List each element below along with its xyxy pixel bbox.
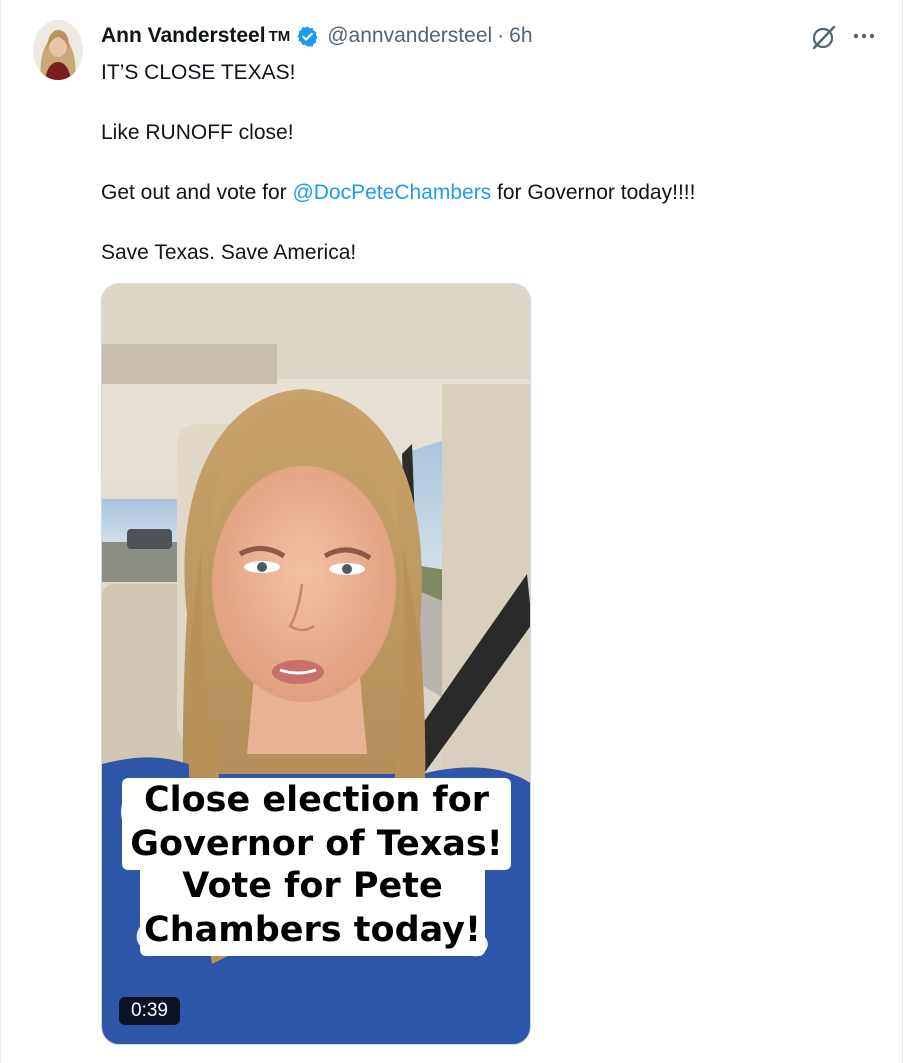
post-line-1: IT’S CLOSE TEXAS!: [101, 61, 296, 84]
video-caption-line-3: Vote for Pete: [182, 866, 443, 906]
mention-link[interactable]: @DocPeteChambers: [292, 181, 491, 204]
post-line-3-after: for Governor today!!!!: [491, 181, 696, 204]
post-line-4: Save Texas. Save America!: [101, 241, 357, 264]
tweet-card[interactable]: Ann Vandersteel TM @annvandersteel · 6h …: [0, 0, 903, 1063]
post-line-2: Like RUNOFF close!: [101, 121, 294, 144]
video-caption-line-4: Chambers today!: [144, 910, 481, 950]
video-caption-line-1: Close election for: [143, 780, 490, 820]
post-line-3: Get out and vote for @DocPeteChambers fo…: [101, 178, 861, 208]
header-separator: ·: [497, 24, 505, 47]
video-caption-box-2: Vote for Pete Chambers today!: [140, 864, 485, 956]
post-text: IT’S CLOSE TEXAS! Like RUNOFF close! Get…: [101, 58, 861, 298]
video-duration-badge: 0:39: [119, 997, 180, 1025]
video-caption-line-2: Governor of Texas!: [130, 824, 503, 864]
post-timestamp[interactable]: 6h: [509, 24, 532, 48]
author-handle[interactable]: @annvandersteel: [327, 24, 492, 48]
tweet-header: Ann Vandersteel TM @annvandersteel · 6h: [101, 22, 533, 50]
grok-icon[interactable]: [809, 22, 839, 52]
video-player[interactable]: Close election for Governor of Texas! Vo…: [101, 283, 531, 1045]
video-caption-box-1: Close election for Governor of Texas!: [122, 778, 511, 870]
post-line-3-before: Get out and vote for: [101, 181, 293, 204]
avatar-image: [33, 20, 83, 80]
author-name[interactable]: Ann Vandersteel: [101, 24, 266, 48]
more-options-icon[interactable]: [851, 26, 877, 46]
avatar[interactable]: [33, 20, 83, 80]
author-badge-text: TM: [268, 27, 291, 45]
verified-badge-icon: [296, 25, 319, 48]
